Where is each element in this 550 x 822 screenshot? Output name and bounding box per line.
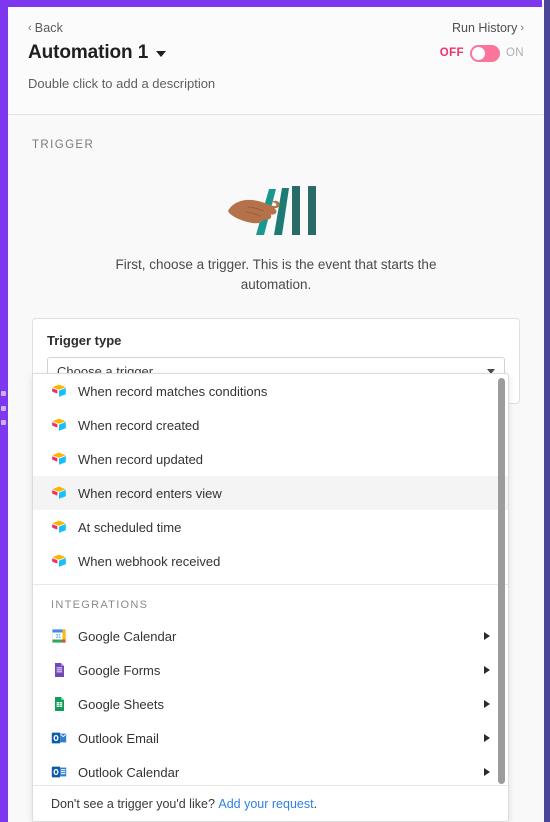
dropdown-trigger-option[interactable]: When webhook received <box>33 544 508 578</box>
dropdown-integration-option[interactable]: Outlook Email <box>33 721 508 755</box>
chevron-left-icon: ‹ <box>28 21 32 34</box>
airtable-cube-icon <box>52 486 66 499</box>
chevron-right-icon <box>484 632 490 640</box>
outlook-calendar-icon <box>51 766 67 778</box>
panel-drag-handle[interactable] <box>0 389 7 427</box>
add-your-request-link[interactable]: Add your request <box>218 797 313 811</box>
dropdown-option-label: Google Forms <box>78 662 161 678</box>
airtable-cube-icon <box>52 520 66 533</box>
top-accent-bar <box>8 0 542 7</box>
automation-header: ‹ Back Run History › Automation 1 OFF ON… <box>8 7 544 115</box>
page-body: ‹ Back Run History › Automation 1 OFF ON… <box>8 7 544 822</box>
chevron-right-icon <box>484 768 490 776</box>
toggle-knob <box>471 46 485 60</box>
dropdown-footer: Don't see a trigger you'd like? Add your… <box>33 785 508 821</box>
dropdown-trigger-option[interactable]: At scheduled time <box>33 510 508 544</box>
airtable-cube-icon <box>52 554 66 567</box>
dropdown-option-label: Google Sheets <box>78 696 165 712</box>
dropdown-trigger-option[interactable]: When record updated <box>33 442 508 476</box>
dropdown-option-label: When webhook received <box>78 553 221 569</box>
dropdown-option-label: Outlook Calendar <box>78 764 180 780</box>
dropdown-scrollbar[interactable] <box>498 378 505 784</box>
chevron-right-icon <box>484 734 490 742</box>
footer-trailing: . <box>313 796 318 811</box>
dropdown-scrollbar-thumb[interactable] <box>498 378 505 784</box>
dropdown-option-label: When record updated <box>78 451 204 467</box>
run-history-button[interactable]: Run History › <box>452 21 524 35</box>
dropdown-integration-option[interactable]: Google Forms <box>33 653 508 687</box>
airtable-cube-icon <box>52 452 66 465</box>
dropdown-integration-option[interactable]: Outlook Calendar <box>33 755 508 789</box>
dropdown-trigger-option[interactable]: When record created <box>33 408 508 442</box>
automation-panel: ‹ Back Run History › Automation 1 OFF ON… <box>0 0 550 822</box>
page-title: Automation 1 <box>28 42 149 63</box>
dominoes-svg <box>228 186 316 235</box>
back-button[interactable]: ‹ Back <box>28 21 63 35</box>
toggle-on-label: ON <box>505 47 524 59</box>
google-calendar-icon: 31 <box>52 629 66 643</box>
hand-pushing-dominoes-illustration <box>32 183 520 239</box>
dropdown-group-label-integrations: INTEGRATIONS <box>51 599 149 611</box>
dropdown-trigger-option[interactable]: When record matches conditions <box>33 374 508 408</box>
toggle-off-label: OFF <box>439 47 464 59</box>
footer-text: Don't see a trigger you'd like? <box>51 796 215 811</box>
chevron-right-icon <box>484 666 490 674</box>
dropdown-option-label: Outlook Email <box>78 730 159 746</box>
trigger-section: TRIGGER First, choose a trigger. This is… <box>8 115 544 404</box>
trigger-dropdown-menu[interactable]: When record matches conditions When recor… <box>32 373 509 822</box>
airtable-cube-icon <box>52 418 66 431</box>
dropdown-option-label: When record created <box>78 417 200 433</box>
outlook-email-icon <box>51 732 67 744</box>
right-edge-bar <box>544 0 550 822</box>
google-forms-icon <box>55 663 64 677</box>
dropdown-integration-option[interactable]: Google Sheets <box>33 687 508 721</box>
dropdown-trigger-option[interactable]: When record enters view <box>33 476 508 510</box>
chevron-right-icon: › <box>520 21 524 34</box>
trigger-type-label: Trigger type <box>47 332 122 348</box>
chevron-right-icon <box>484 700 490 708</box>
toggle-switch[interactable] <box>469 44 500 62</box>
airtable-cube-icon <box>52 384 66 397</box>
dropdown-option-label: When record matches conditions <box>78 383 268 399</box>
section-label-trigger: TRIGGER <box>32 139 95 151</box>
svg-text:31: 31 <box>56 634 62 640</box>
back-label: Back <box>34 21 63 35</box>
automation-enable-toggle[interactable]: OFF ON <box>439 44 524 62</box>
dropdown-option-label: Google Calendar <box>78 628 177 644</box>
trigger-hint-text: First, choose a trigger. This is the eve… <box>115 257 437 293</box>
google-sheets-icon <box>55 697 64 711</box>
dropdown-scroll-area: When record matches conditions When recor… <box>33 374 508 821</box>
run-history-label: Run History <box>452 21 518 35</box>
description-field[interactable]: Double click to add a description <box>28 76 524 91</box>
dropdown-option-label: At scheduled time <box>78 519 182 535</box>
dropdown-option-label: When record enters view <box>78 485 222 501</box>
chevron-down-icon[interactable] <box>156 51 167 57</box>
dropdown-integration-option[interactable]: 31 Google Calendar <box>33 619 508 653</box>
